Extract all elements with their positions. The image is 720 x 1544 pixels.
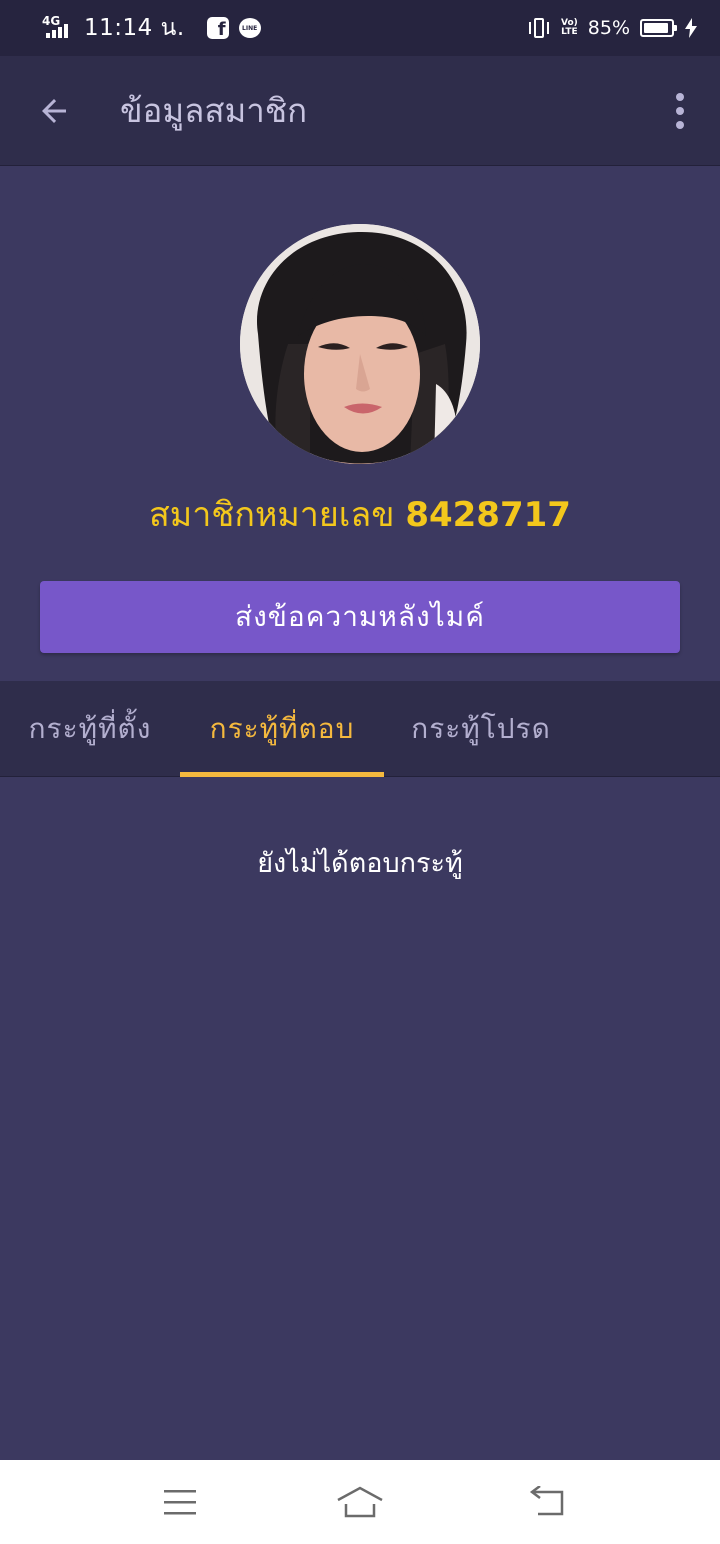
- back-arrow-icon: [42, 98, 66, 123]
- menu-button[interactable]: [150, 1478, 210, 1526]
- battery-percent: 85%: [587, 17, 630, 39]
- more-options-button[interactable]: [640, 56, 720, 166]
- member-number: 8428717: [405, 495, 571, 535]
- status-time: 11:14 น.: [84, 15, 185, 41]
- app-bar: ข้อมูลสมาชิก: [0, 56, 720, 166]
- more-vert-icon: [676, 92, 684, 101]
- profile-photo: [240, 224, 480, 464]
- back-button[interactable]: [0, 56, 110, 166]
- home-icon: [337, 1486, 383, 1518]
- status-bar: 4G 11:14 น. f LINE Vo) LTE 85%: [0, 0, 720, 56]
- member-number-line: สมาชิกหมายเลข 8428717: [0, 487, 720, 541]
- back-icon: [529, 1486, 564, 1516]
- vibrate-icon: [527, 17, 551, 39]
- charging-icon: [685, 18, 697, 38]
- profile-section: สมาชิกหมายเลข 8428717 ส่งข้อความหลังไมค์: [0, 167, 720, 681]
- avatar[interactable]: [240, 224, 480, 464]
- tab-created-topics[interactable]: กระทู้ที่ตั้ง: [0, 681, 180, 777]
- system-nav-bar: [0, 1460, 720, 1544]
- empty-state-message: ยังไม่ได้ตอบกระทู้: [257, 848, 463, 879]
- volte-icon: Vo) LTE: [560, 18, 578, 37]
- system-back-button[interactable]: [518, 1478, 578, 1526]
- tab-content: ยังไม่ได้ตอบกระทู้: [0, 777, 720, 1460]
- tab-replied-topics[interactable]: กระทู้ที่ตอบ: [180, 681, 384, 777]
- battery-icon: [640, 19, 677, 37]
- facebook-icon: f: [206, 17, 229, 39]
- menu-icon: [164, 1490, 196, 1515]
- signal-icon: 4G: [42, 14, 74, 42]
- topic-tabs: กระทู้ที่ตั้ง กระทู้ที่ตอบ กระทู้โปรด: [0, 681, 720, 777]
- line-icon: LINE: [238, 18, 261, 38]
- member-prefix: สมาชิกหมายเลข: [149, 495, 395, 535]
- tab-favorite-topics[interactable]: กระทู้โปรด: [384, 681, 578, 777]
- send-private-message-button[interactable]: ส่งข้อความหลังไมค์: [40, 581, 680, 653]
- home-button[interactable]: [330, 1478, 390, 1526]
- page-title: ข้อมูลสมาชิก: [120, 91, 308, 130]
